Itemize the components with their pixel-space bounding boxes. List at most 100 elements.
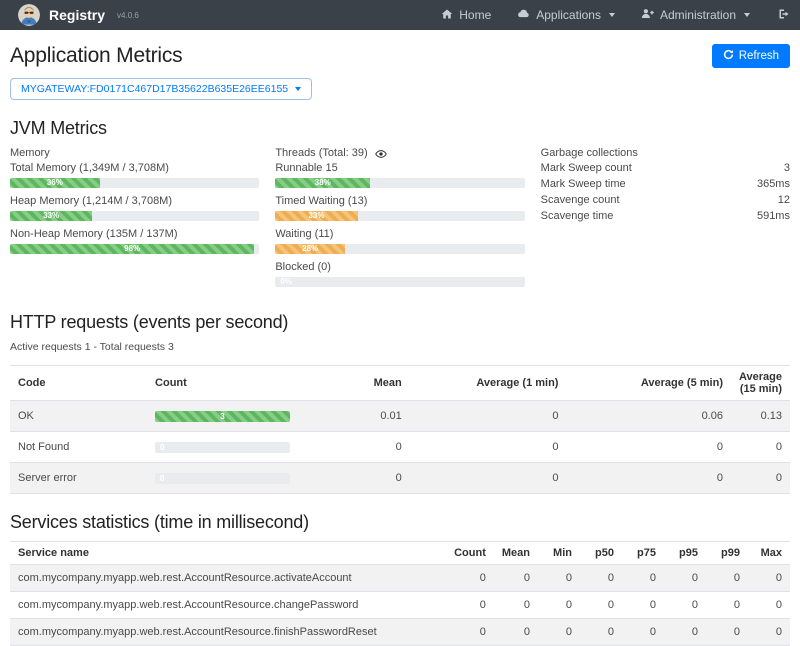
metric-nonheap-memory: Non-Heap Memory (135M / 137M) 98%: [10, 228, 259, 254]
cell-p75: 0: [622, 619, 664, 646]
column-header-p75: p75: [622, 542, 664, 565]
instance-selector-label: MYGATEWAY:FD0171C467D17B35622B635E26EE61…: [21, 83, 288, 95]
http-requests-table: Code Count Mean Average (1 min) Average …: [10, 365, 790, 494]
cell-avg1: 0: [410, 463, 567, 494]
progress-track: 33%: [10, 211, 259, 221]
cell-p50: 0: [580, 565, 622, 592]
cell-min: 0: [538, 592, 580, 619]
column-header-p50: p50: [580, 542, 622, 565]
nav-links: Home Applications Administration: [441, 7, 790, 23]
chevron-down-icon: [744, 13, 750, 17]
chevron-down-icon: [609, 13, 615, 17]
refresh-button[interactable]: Refresh: [712, 44, 790, 68]
sign-out-button[interactable]: [778, 8, 790, 23]
main-content: Application Metrics Refresh MYGATEWAY:FD…: [0, 44, 800, 646]
memory-column: Memory Total Memory (1,349M / 3,708M) 36…: [10, 147, 259, 294]
column-header-count: Count: [446, 542, 494, 565]
progress-bar: 33%: [10, 211, 92, 221]
cell-p99: 0: [706, 619, 748, 646]
table-row: OK 3 0.01 0 0.06 0.13: [10, 401, 790, 432]
cell-count: 0: [446, 619, 494, 646]
cell-min: 0: [538, 619, 580, 646]
progress-track: 0: [155, 473, 290, 484]
progress-bar: 38%: [275, 178, 370, 188]
brand-version: v4.0.6: [117, 11, 139, 20]
nav-item-label: Administration: [660, 8, 736, 22]
metric-timed-waiting: Timed Waiting (13) 33%: [275, 195, 524, 221]
metric-label: Timed Waiting (13): [275, 195, 524, 207]
navbar: Registry v4.0.6 Home Applications Admini: [0, 0, 800, 30]
gc-column: Garbage collections Mark Sweep count 3 M…: [541, 147, 790, 294]
column-header-p99: p99: [706, 542, 748, 565]
instance-selector-dropdown[interactable]: MYGATEWAY:FD0171C467D17B35622B635E26EE61…: [10, 78, 312, 100]
metric-label: Waiting (11): [275, 228, 524, 240]
nav-item-applications[interactable]: Applications: [517, 7, 615, 23]
brand-link[interactable]: Registry v4.0.6: [18, 4, 139, 26]
cell-count: 0: [147, 463, 307, 494]
cell-avg15: 0: [731, 463, 790, 494]
progress-bar: 98%: [10, 244, 254, 254]
progress-track: 98%: [10, 244, 259, 254]
nav-item-administration[interactable]: Administration: [641, 7, 750, 23]
cell-avg15: 0.13: [731, 401, 790, 432]
cell-p95: 0: [664, 565, 706, 592]
progress-bar: 28%: [275, 244, 345, 254]
progress-track: 0%: [275, 277, 524, 287]
cell-avg1: 0: [410, 401, 567, 432]
eye-icon[interactable]: [375, 148, 387, 160]
gc-value: 3: [784, 161, 790, 177]
cell-mean: 0: [307, 432, 410, 463]
nav-item-label: Home: [459, 8, 491, 22]
cell-p75: 0: [622, 565, 664, 592]
cell-code: Server error: [10, 463, 147, 494]
cell-mean: 0: [494, 619, 538, 646]
cell-code: OK: [10, 401, 147, 432]
gc-row: Mark Sweep count 3: [541, 161, 790, 177]
progress-bar: 33%: [275, 211, 357, 221]
column-header-min: Min: [538, 542, 580, 565]
cell-mean: 0: [307, 463, 410, 494]
progress-track: 0: [155, 442, 290, 453]
column-header-max: Max: [748, 542, 790, 565]
cell-avg1: 0: [410, 432, 567, 463]
column-header-p95: p95: [664, 542, 706, 565]
brand-name: Registry: [49, 7, 105, 23]
cell-p95: 0: [664, 619, 706, 646]
progress-track: 3: [155, 411, 290, 422]
jhipster-logo-icon: [18, 4, 40, 26]
memory-title: Memory: [10, 147, 259, 159]
cell-max: 0: [748, 619, 790, 646]
progress-track: 38%: [275, 178, 524, 188]
table-header-row: Code Count Mean Average (1 min) Average …: [10, 366, 790, 401]
cell-count: 0: [147, 432, 307, 463]
metric-heap-memory: Heap Memory (1,214M / 3,708M) 33%: [10, 195, 259, 221]
services-statistics-title: Services statistics (time in millisecond…: [10, 512, 790, 533]
http-requests-title: HTTP requests (events per second): [10, 312, 790, 333]
metric-runnable: Runnable 15 38%: [275, 162, 524, 188]
refresh-label: Refresh: [739, 50, 779, 62]
table-row: Not Found 0 0 0 0 0: [10, 432, 790, 463]
nav-item-home[interactable]: Home: [441, 8, 491, 23]
column-header-service-name: Service name: [10, 542, 446, 565]
progress-track: 28%: [275, 244, 524, 254]
services-statistics-table: Service name Count Mean Min p50 p75 p95 …: [10, 541, 790, 646]
metric-waiting: Waiting (11) 28%: [275, 228, 524, 254]
table-row: com.mycompany.myapp.web.rest.AccountReso…: [10, 619, 790, 646]
http-requests-subtitle: Active requests 1 - Total requests 3: [10, 341, 790, 353]
progress-bar: 36%: [10, 178, 100, 188]
sign-out-icon: [778, 8, 790, 23]
cell-code: Not Found: [10, 432, 147, 463]
page-title: Application Metrics: [10, 44, 182, 68]
table-row: com.mycompany.myapp.web.rest.AccountReso…: [10, 565, 790, 592]
threads-title: Threads (Total: 39): [275, 147, 367, 159]
cell-service-name: com.mycompany.myapp.web.rest.AccountReso…: [10, 592, 446, 619]
cell-p75: 0: [622, 592, 664, 619]
nav-item-label: Applications: [536, 8, 601, 22]
cell-avg5: 0.06: [566, 401, 731, 432]
metric-label: Total Memory (1,349M / 3,708M): [10, 162, 259, 174]
metric-label: Non-Heap Memory (135M / 137M): [10, 228, 259, 240]
column-header-avg15: Average (15 min): [731, 366, 790, 401]
column-header-code: Code: [10, 366, 147, 401]
cell-count: 3: [147, 401, 307, 432]
gc-label: Mark Sweep time: [541, 177, 626, 193]
